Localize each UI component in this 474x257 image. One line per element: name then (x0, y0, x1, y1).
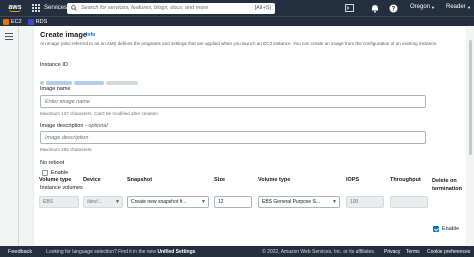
search-input[interactable]: Search for services, features, blogs, do… (67, 2, 275, 14)
aws-smile-icon (9, 9, 21, 12)
delete-on-termination-checkbox[interactable] (433, 226, 439, 232)
favorite-ec2[interactable]: EC2 (3, 18, 22, 25)
favorite-ec2-label: EC2 (11, 18, 22, 25)
services-menu[interactable]: Services (44, 5, 67, 11)
volume-type-cell: EBS (39, 196, 79, 208)
info-link[interactable]: Info (86, 32, 95, 38)
snapshot-value: Create new snapshot fr... (131, 199, 187, 205)
throughput-input (390, 196, 428, 208)
col-iops: IOPS (346, 177, 360, 183)
image-description-input[interactable]: Image description (40, 131, 426, 144)
terms-link[interactable]: Terms (406, 249, 420, 255)
instance-id-label: Instance ID (40, 62, 68, 68)
footer: Feedback Looking for language selection?… (0, 246, 474, 257)
iops-input: 100 (346, 196, 384, 208)
col-size: Size (214, 177, 226, 183)
ebs-volume-type-value: EBS General Purpose S... (262, 199, 321, 205)
search-shortcut: [Alt+S] (254, 5, 271, 11)
col-throughput: Throughput (390, 177, 421, 183)
region-chevron-down-icon[interactable]: ▼ (431, 5, 435, 10)
scrollbar-thumb[interactable] (469, 40, 472, 155)
language-message: Looking for language selection? Find it … (46, 249, 195, 255)
image-description-label-text: Image description (40, 123, 84, 129)
favorites-bar: EC2 RDS (0, 16, 474, 26)
no-reboot-enable-label: Enable (51, 170, 69, 176)
cookie-preferences-link[interactable]: Cookie preferences (427, 249, 470, 255)
no-reboot-label: No reboot (40, 160, 65, 166)
ebs-volume-type-select[interactable]: EBS General Purpose S... ▼ (258, 196, 340, 208)
optional-tag: optional (88, 123, 108, 129)
rds-icon (27, 18, 34, 25)
size-input[interactable]: 12 (214, 196, 252, 208)
page-title: Create image (40, 30, 88, 39)
snapshot-select[interactable]: Create new snapshot fr... ▼ (127, 196, 209, 208)
notifications-bell-icon[interactable] (370, 3, 380, 13)
search-placeholder: Search for services, features, blogs, do… (81, 5, 209, 11)
volume-type-value: EBS (43, 199, 54, 205)
sidebar-divider (18, 26, 19, 246)
privacy-link[interactable]: Privacy (384, 249, 400, 255)
favorite-rds[interactable]: RDS (27, 18, 48, 25)
user-menu[interactable]: Reader (446, 4, 466, 10)
user-chevron-down-icon[interactable]: ▼ (467, 5, 471, 10)
search-icon (71, 5, 77, 11)
col-volume-type: Volume type (39, 177, 72, 183)
copyright: © 2022, Amazon Web Services, Inc. or its… (262, 248, 376, 255)
unified-settings-link[interactable]: Unified Settings (157, 249, 195, 255)
ec2-icon (3, 18, 9, 25)
svg-text:?: ? (391, 6, 395, 12)
snapshot-chevron-down-icon: ▼ (201, 199, 206, 205)
help-icon[interactable]: ? (388, 3, 398, 13)
favorite-rds-label: RDS (35, 18, 48, 25)
image-description-hint: Maximum 255 characters (40, 147, 92, 152)
create-image-panel: Create image Info An image (also referre… (33, 26, 466, 246)
image-description-placeholder: Image description (45, 134, 89, 141)
device-value: /dev/... (87, 199, 103, 205)
no-reboot-checkbox[interactable] (42, 170, 48, 176)
region-selector[interactable]: Oregon (410, 4, 430, 10)
device-chevron-down-icon: ▼ (115, 199, 120, 205)
image-name-label: Image name (40, 86, 71, 92)
image-name-input[interactable]: Enter image name (40, 95, 426, 108)
aws-logo[interactable]: aws (4, 0, 26, 16)
instance-id-value-redacted (40, 72, 150, 85)
col-snapshot: Snapshot (127, 177, 153, 183)
ebs-volume-type-chevron-down-icon: ▼ (332, 199, 337, 205)
image-description-label: Image description - optional (40, 123, 108, 129)
col-delete-on-termination: Delete on termination (432, 178, 462, 192)
services-grid-icon[interactable] (32, 4, 40, 12)
image-name-hint: Maximum 127 characters. Can't be modifie… (40, 111, 160, 116)
instance-volumes-label: Instance volumes (40, 185, 83, 191)
language-message-text: Looking for language selection? Find it … (46, 248, 156, 255)
panel-description: An image (also referred to as an AMI) de… (40, 41, 438, 46)
iops-value: 100 (350, 199, 359, 205)
size-value: 12 (218, 199, 224, 205)
cloudshell-icon[interactable] (344, 3, 354, 13)
device-select: /dev/... ▼ (83, 196, 123, 208)
col-device: Device (83, 177, 101, 183)
sidebar-menu-icon[interactable] (5, 33, 13, 40)
delete-on-termination-enable-label: Enable (442, 226, 460, 232)
feedback-link[interactable]: Feedback (8, 249, 32, 255)
image-name-placeholder: Enter image name (45, 98, 90, 105)
col-ebs-volume-type: Volume type (258, 177, 291, 183)
